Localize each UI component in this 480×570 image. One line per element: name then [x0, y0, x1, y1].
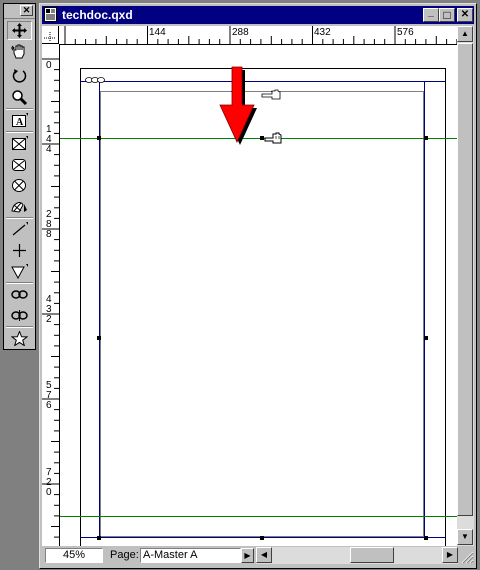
- vertical-ruler[interactable]: 0 144 288 432 576 720: [42, 44, 60, 546]
- orthogonal-line-tool-icon: [13, 244, 26, 257]
- vruler-label: 432: [46, 294, 52, 325]
- maximize-icon: □: [443, 8, 451, 22]
- rotation-tool-icon: [12, 69, 27, 83]
- rotation-tool-button[interactable]: [7, 66, 32, 85]
- star-tool-button[interactable]: [7, 329, 32, 348]
- oval-picture-box-tool-button[interactable]: [7, 176, 32, 195]
- palette-title-bar[interactable]: ✕: [4, 4, 35, 19]
- rectangle-picture-box-tool-button[interactable]: [7, 134, 32, 153]
- document-window: techdoc.qxd _ □ ✕ 144 288 432 576 0 144 …: [39, 3, 477, 569]
- content-tool-icon: [11, 44, 25, 59]
- ruler-origin[interactable]: [42, 26, 59, 44]
- bezier-line-tool-button[interactable]: [7, 262, 32, 281]
- hruler-label: 576: [397, 27, 414, 38]
- down-arrow-icon: ▼: [461, 532, 469, 541]
- vertical-scrollbar[interactable]: ▲ ▼: [457, 26, 474, 546]
- rectangle-picture-box-tool-icon: [12, 136, 28, 150]
- right-arrow-icon: ▶: [244, 551, 251, 560]
- window-title: techdoc.qxd: [62, 8, 133, 22]
- text-box-tool-button[interactable]: A: [7, 111, 32, 130]
- close-icon: ✕: [22, 5, 31, 15]
- close-icon: ✕: [460, 9, 470, 20]
- palette-close-button[interactable]: ✕: [20, 5, 33, 16]
- star-tool-icon: [11, 331, 28, 346]
- orthogonal-line-tool-button[interactable]: [7, 241, 32, 260]
- page-menu-button[interactable]: ▶: [241, 548, 254, 563]
- linking-tool-icon: [11, 290, 28, 299]
- page-label: Page:: [110, 549, 139, 561]
- horizontal-scrollbar[interactable]: ◀ ▶: [256, 547, 458, 564]
- resize-grip-icon[interactable]: [458, 548, 474, 564]
- zoom-field[interactable]: 45%: [45, 548, 103, 563]
- up-arrow-icon: ▲: [461, 29, 469, 38]
- hruler-label: 288: [232, 27, 249, 38]
- zoom-tool-button[interactable]: [7, 88, 32, 107]
- item-tool-icon: [12, 23, 27, 38]
- item-tool-button[interactable]: [7, 21, 32, 40]
- scroll-up-button[interactable]: ▲: [457, 26, 473, 42]
- scroll-down-button[interactable]: ▼: [457, 529, 473, 545]
- bezier-picture-box-tool-icon: [11, 202, 27, 213]
- scroll-right-button[interactable]: ▶: [442, 547, 458, 563]
- unlinking-tool-icon: [11, 310, 28, 321]
- left-arrow-icon: ◀: [260, 550, 268, 559]
- bezier-line-tool-icon: [11, 264, 28, 279]
- svg-text:A: A: [16, 117, 24, 128]
- horizontal-scroll-thumb[interactable]: [350, 547, 394, 563]
- line-tool-icon: [12, 222, 28, 236]
- window-title-bar[interactable]: techdoc.qxd _ □ ✕: [42, 6, 474, 24]
- rounded-picture-box-tool-icon: [12, 159, 26, 171]
- page-canvas[interactable]: [60, 45, 457, 546]
- minimize-button[interactable]: _: [423, 8, 439, 22]
- pasteboard[interactable]: [60, 45, 457, 546]
- zoom-tool-icon: [12, 90, 28, 105]
- document-icon: [44, 7, 57, 22]
- page-field[interactable]: A-Master A: [140, 548, 241, 563]
- tool-palette: ✕ A: [3, 3, 36, 350]
- unlinking-tool-button[interactable]: [7, 306, 32, 325]
- bezier-picture-box-tool-button[interactable]: [7, 197, 32, 216]
- maximize-button[interactable]: □: [439, 8, 455, 22]
- rounded-picture-box-tool-button[interactable]: [7, 155, 32, 174]
- hruler-label: 432: [314, 27, 331, 38]
- vruler-label: 0: [46, 60, 52, 71]
- vertical-scroll-thumb[interactable]: [457, 43, 473, 516]
- text-box-tool-icon: A: [12, 113, 28, 128]
- link-chain-icon: [85, 77, 105, 83]
- horizontal-ruler[interactable]: 144 288 432 576: [59, 26, 457, 45]
- vruler-label: 144: [46, 124, 52, 155]
- vruler-label: 576: [46, 380, 52, 411]
- scroll-left-button[interactable]: ◀: [256, 547, 272, 563]
- ruler-origin-icon: [44, 32, 56, 42]
- vruler-label: 288: [46, 209, 52, 240]
- close-button[interactable]: ✕: [457, 8, 473, 22]
- linking-tool-button[interactable]: [7, 285, 32, 304]
- content-tool-button[interactable]: [7, 42, 32, 61]
- hruler-label: 144: [149, 27, 166, 38]
- line-tool-button[interactable]: [7, 220, 32, 239]
- right-arrow-icon: ▶: [446, 550, 454, 559]
- oval-picture-box-tool-icon: [12, 179, 26, 192]
- vruler-label: 720: [46, 467, 52, 498]
- status-bar: 45% Page: A-Master A ▶ ◀ ▶: [42, 547, 474, 564]
- minimize-icon: _: [428, 7, 434, 18]
